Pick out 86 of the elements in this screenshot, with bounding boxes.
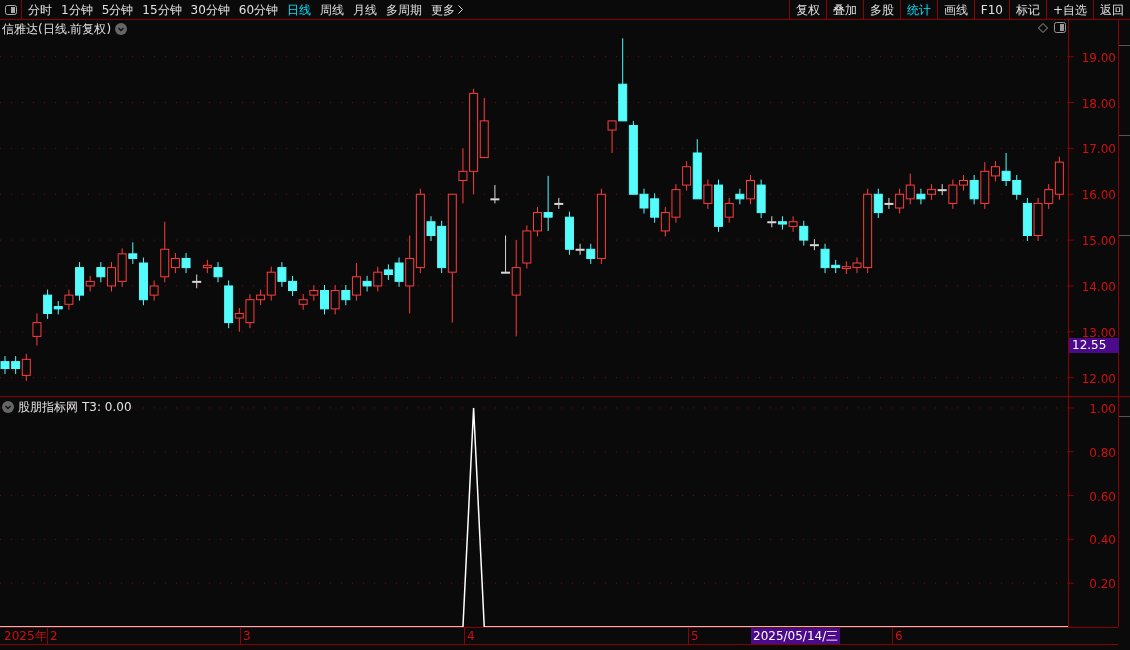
period-tab[interactable]: 15分钟 <box>142 0 182 19</box>
axis-tick-label: 0.60 <box>1089 489 1116 504</box>
candlestick <box>607 120 617 154</box>
toolbar-button[interactable]: 画线 <box>936 0 974 19</box>
candlestick <box>916 188 926 205</box>
date-label: 6 <box>892 628 903 644</box>
indicator-name: 股朋指标网 <box>18 399 78 416</box>
candlestick <box>575 243 585 256</box>
candlestick <box>969 174 979 205</box>
candlestick <box>735 188 745 205</box>
axis-tick-label: 0.40 <box>1089 533 1116 548</box>
candlestick <box>128 241 138 265</box>
toolbar-button[interactable]: 叠加 <box>825 0 863 19</box>
indicator-reading: T3: 0.00 <box>82 399 132 416</box>
toolbar-button[interactable]: 统计 <box>899 0 937 19</box>
axis-tick-label: 13.00 <box>1081 325 1116 340</box>
candlestick <box>990 160 1000 182</box>
toolbar-button[interactable]: 复权 <box>788 0 826 19</box>
diamond-icon[interactable] <box>1038 22 1048 33</box>
date-label: 4 <box>464 628 475 644</box>
chart-title: 信雅达(日线.前复权) <box>2 21 112 38</box>
candlestick <box>21 353 31 382</box>
date-label: 2 <box>47 628 58 644</box>
candlestick <box>490 184 500 204</box>
chevron-down-icon[interactable] <box>2 401 14 413</box>
candlestick <box>724 197 734 224</box>
candlestick <box>213 261 223 283</box>
period-tab[interactable]: 60分钟 <box>238 0 279 19</box>
candlestick <box>746 174 755 205</box>
axis-tick-label: 17.00 <box>1081 142 1116 157</box>
candlestick <box>351 262 361 302</box>
axis-tick-label: 12.00 <box>1081 371 1116 386</box>
candlestick <box>501 235 511 274</box>
current-price-label: 12.55 <box>1069 338 1119 353</box>
period-tab[interactable]: 多周期 <box>386 0 423 19</box>
axis-tick-label: 19.00 <box>1081 50 1116 65</box>
candlestick <box>799 220 809 247</box>
candlestick <box>181 252 191 274</box>
axis-tick-label: 1.00 <box>1089 401 1116 416</box>
axis-tick-label: 0.80 <box>1089 445 1116 460</box>
candlestick <box>330 284 340 315</box>
date-label: 5 <box>688 628 699 644</box>
candlestick <box>32 312 42 347</box>
candlestick <box>266 266 276 302</box>
candlestick <box>543 175 553 232</box>
candlestick <box>373 266 383 292</box>
period-tab[interactable]: 1分钟 <box>61 0 93 19</box>
more-menu-button[interactable]: 更多 <box>431 0 464 19</box>
candlestick <box>586 243 596 265</box>
period-tab[interactable]: 周线 <box>320 0 345 19</box>
axis-tick-label: 14.00 <box>1081 279 1116 294</box>
candlestick <box>682 160 692 192</box>
candlestick <box>107 261 116 292</box>
toolbar-button[interactable]: 多股 <box>862 0 900 19</box>
candlestick <box>96 261 106 283</box>
candlestick <box>703 179 713 210</box>
toolbar-button[interactable]: 标记 <box>1008 0 1046 19</box>
candlestick <box>64 289 74 311</box>
toolbar-button[interactable]: +自选 <box>1045 0 1093 19</box>
candlestick <box>170 252 180 274</box>
candlestick <box>788 215 798 233</box>
chevron-down-icon[interactable] <box>115 23 128 35</box>
period-tab[interactable]: 30分钟 <box>190 0 230 19</box>
date-label: 3 <box>240 628 251 644</box>
date-label: 2025年 <box>4 628 47 644</box>
toolbar-button[interactable]: 返回 <box>1093 0 1130 19</box>
axis-tick-label: 0.20 <box>1089 577 1116 592</box>
candlestick <box>320 284 329 315</box>
toolbar-button[interactable]: F10 <box>973 0 1009 19</box>
cursor-date-label: 2025/05/14/三 <box>751 628 841 644</box>
candlestick <box>905 173 915 205</box>
candlestick <box>43 289 53 320</box>
axis-tick-label: 15.00 <box>1081 234 1116 249</box>
candlestick <box>362 275 372 292</box>
period-tab[interactable]: 日线 <box>287 0 312 19</box>
period-tab[interactable]: 分时 <box>28 0 52 19</box>
candlestick <box>341 284 351 306</box>
panel-toggle-icon[interactable] <box>1054 22 1066 33</box>
axis-tick-label: 16.00 <box>1081 188 1116 203</box>
period-tab[interactable]: 月线 <box>353 0 378 19</box>
period-tab[interactable]: 5分钟 <box>101 0 134 19</box>
axis-tick-label: 18.00 <box>1081 96 1116 111</box>
candlestick <box>309 284 319 302</box>
candlestick <box>873 188 883 219</box>
candlestick <box>149 279 159 302</box>
chevron-right-icon <box>458 5 464 14</box>
